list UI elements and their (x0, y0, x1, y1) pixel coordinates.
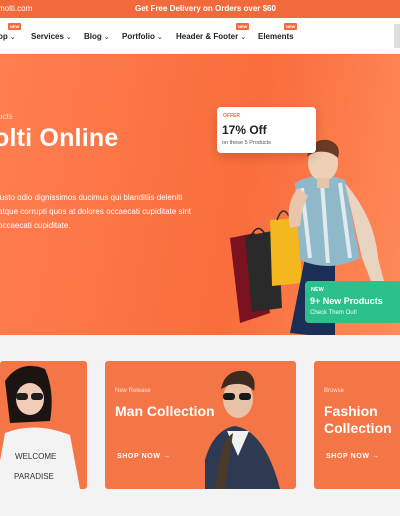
chevron-down-icon: ⌄ (9, 34, 16, 41)
offer-card[interactable]: OFFER 17% Off on these 5 Products (217, 107, 316, 153)
card-kicker: Browse (324, 388, 345, 394)
card-kicker: New Release (115, 388, 151, 394)
hero-kicker: ucts (0, 112, 13, 121)
nav-item-label: Services (31, 32, 64, 41)
nav-item-label: Blog (84, 32, 102, 41)
nav-item-blog[interactable]: Blog ⌄ (84, 32, 110, 41)
chevron-down-icon: ⌄ (156, 34, 163, 41)
nav-item-label: Elements (258, 32, 294, 41)
new-badge: NEW (236, 23, 250, 30)
man-collection-card[interactable]: New Release Man Collection SHOP NOW → (105, 361, 296, 489)
svg-text:PARADISE: PARADISE (14, 472, 54, 481)
hero-title: olti Online (0, 124, 119, 152)
nav-edge (394, 24, 400, 48)
offer-tag: OFFER (223, 113, 240, 119)
shop-now-link[interactable]: SHOP NOW → (117, 453, 171, 460)
new-products-card[interactable]: NEW 9+ New Products Check Them Out! (305, 281, 400, 323)
woman-with-sunglasses-image: WELCOME PARADISE (0, 361, 87, 489)
nav-item-elements[interactable]: Elements NEW (258, 23, 298, 41)
nav-item-services[interactable]: Services ⌄ (31, 32, 72, 41)
man-with-sunglasses-image (205, 370, 280, 489)
chevron-down-icon: ⌄ (240, 34, 247, 41)
contact-email[interactable]: molti.com (0, 4, 32, 13)
nav-item-label: Portfolio (122, 32, 155, 41)
top-announcement-bar: molti.com Get Free Delivery on Orders ov… (0, 0, 400, 18)
main-navigation: op ⌄ NEW Services ⌄ Blog ⌄ Portfolio ⌄ Heade… (0, 18, 400, 54)
hero-description: justo odio dignissimos ducimus qui bland… (0, 193, 192, 230)
new-badge: NEW (8, 23, 22, 30)
nav-item-portfolio[interactable]: Portfolio ⌄ (122, 32, 163, 41)
svg-text:WELCOME: WELCOME (15, 452, 56, 461)
shop-now-link[interactable]: SHOP NOW → (326, 453, 380, 460)
chevron-down-icon: ⌄ (65, 34, 72, 41)
hero-banner: ucts olti Online justo odio dignissimos … (0, 54, 400, 335)
nav-item-header-footer[interactable]: Header & Footer ⌄ NEW (176, 23, 250, 41)
promo-text: Get Free Delivery on Orders over $60 (135, 4, 276, 13)
card-title: Fashion Collection (324, 403, 392, 436)
new-products-title: 9+ New Products (310, 296, 383, 306)
fashion-collection-card[interactable]: Browse Fashion Collection SHOP NOW → (314, 361, 400, 489)
women-collection-card[interactable]: WELCOME PARADISE (0, 361, 87, 489)
nav-item-shop[interactable]: op ⌄ NEW (0, 23, 22, 41)
new-tag: NEW (311, 287, 324, 293)
new-products-subtitle: Check Them Out! (310, 310, 357, 316)
offer-subtitle: on these 5 Products (222, 140, 271, 146)
offer-amount: 17% Off (222, 123, 267, 137)
chevron-down-icon: ⌄ (103, 34, 110, 41)
nav-item-label: op (0, 32, 8, 41)
nav-item-label: Header & Footer (176, 32, 239, 41)
new-badge: NEW (284, 23, 298, 30)
